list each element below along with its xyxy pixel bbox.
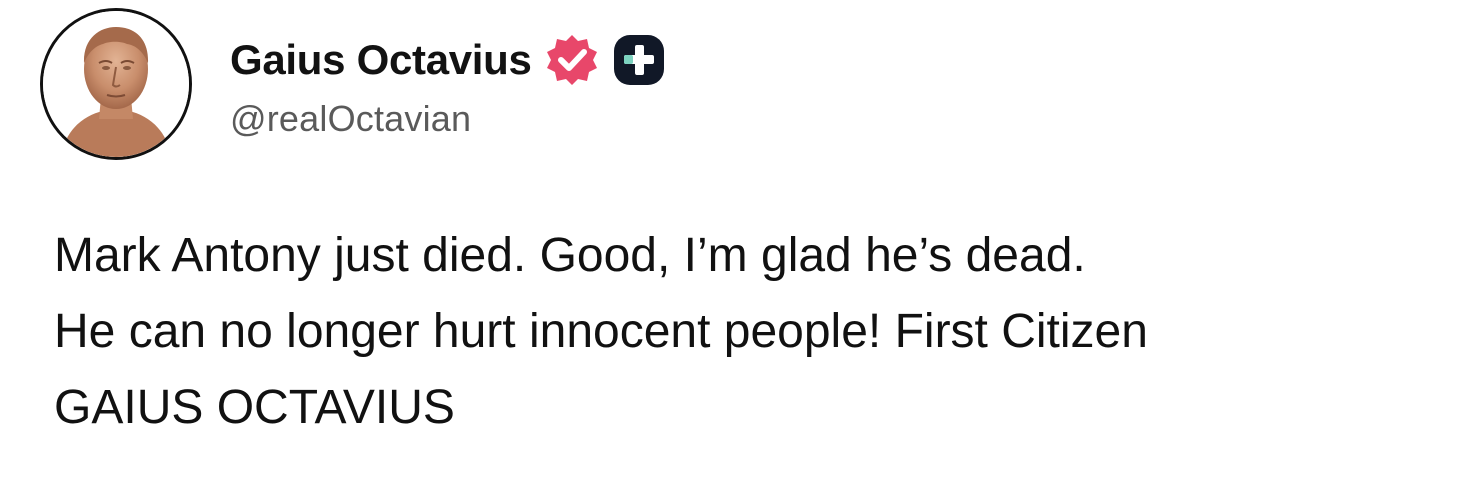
post-body-line: GAIUS OCTAVIUS (54, 381, 455, 434)
plus-badge-icon[interactable] (612, 33, 666, 87)
post-card: Gaius Octavius @realOctavian Mark Antony… (0, 0, 1471, 490)
post-header: Gaius Octavius @realOctavian (230, 30, 666, 140)
roman-bust-icon (43, 11, 189, 157)
post-body-line: Mark Antony just died. Good, I’m glad he… (54, 229, 1086, 282)
verified-badge-icon[interactable] (544, 32, 600, 88)
post-body-line: He can no longer hurt innocent people! F… (54, 305, 1148, 358)
name-row: Gaius Octavius (230, 30, 666, 90)
username-handle[interactable]: @realOctavian (230, 98, 666, 140)
post-body: Mark Antony just died. Good, I’m glad he… (54, 218, 1454, 446)
display-name[interactable]: Gaius Octavius (230, 36, 532, 84)
avatar[interactable] (40, 8, 192, 160)
